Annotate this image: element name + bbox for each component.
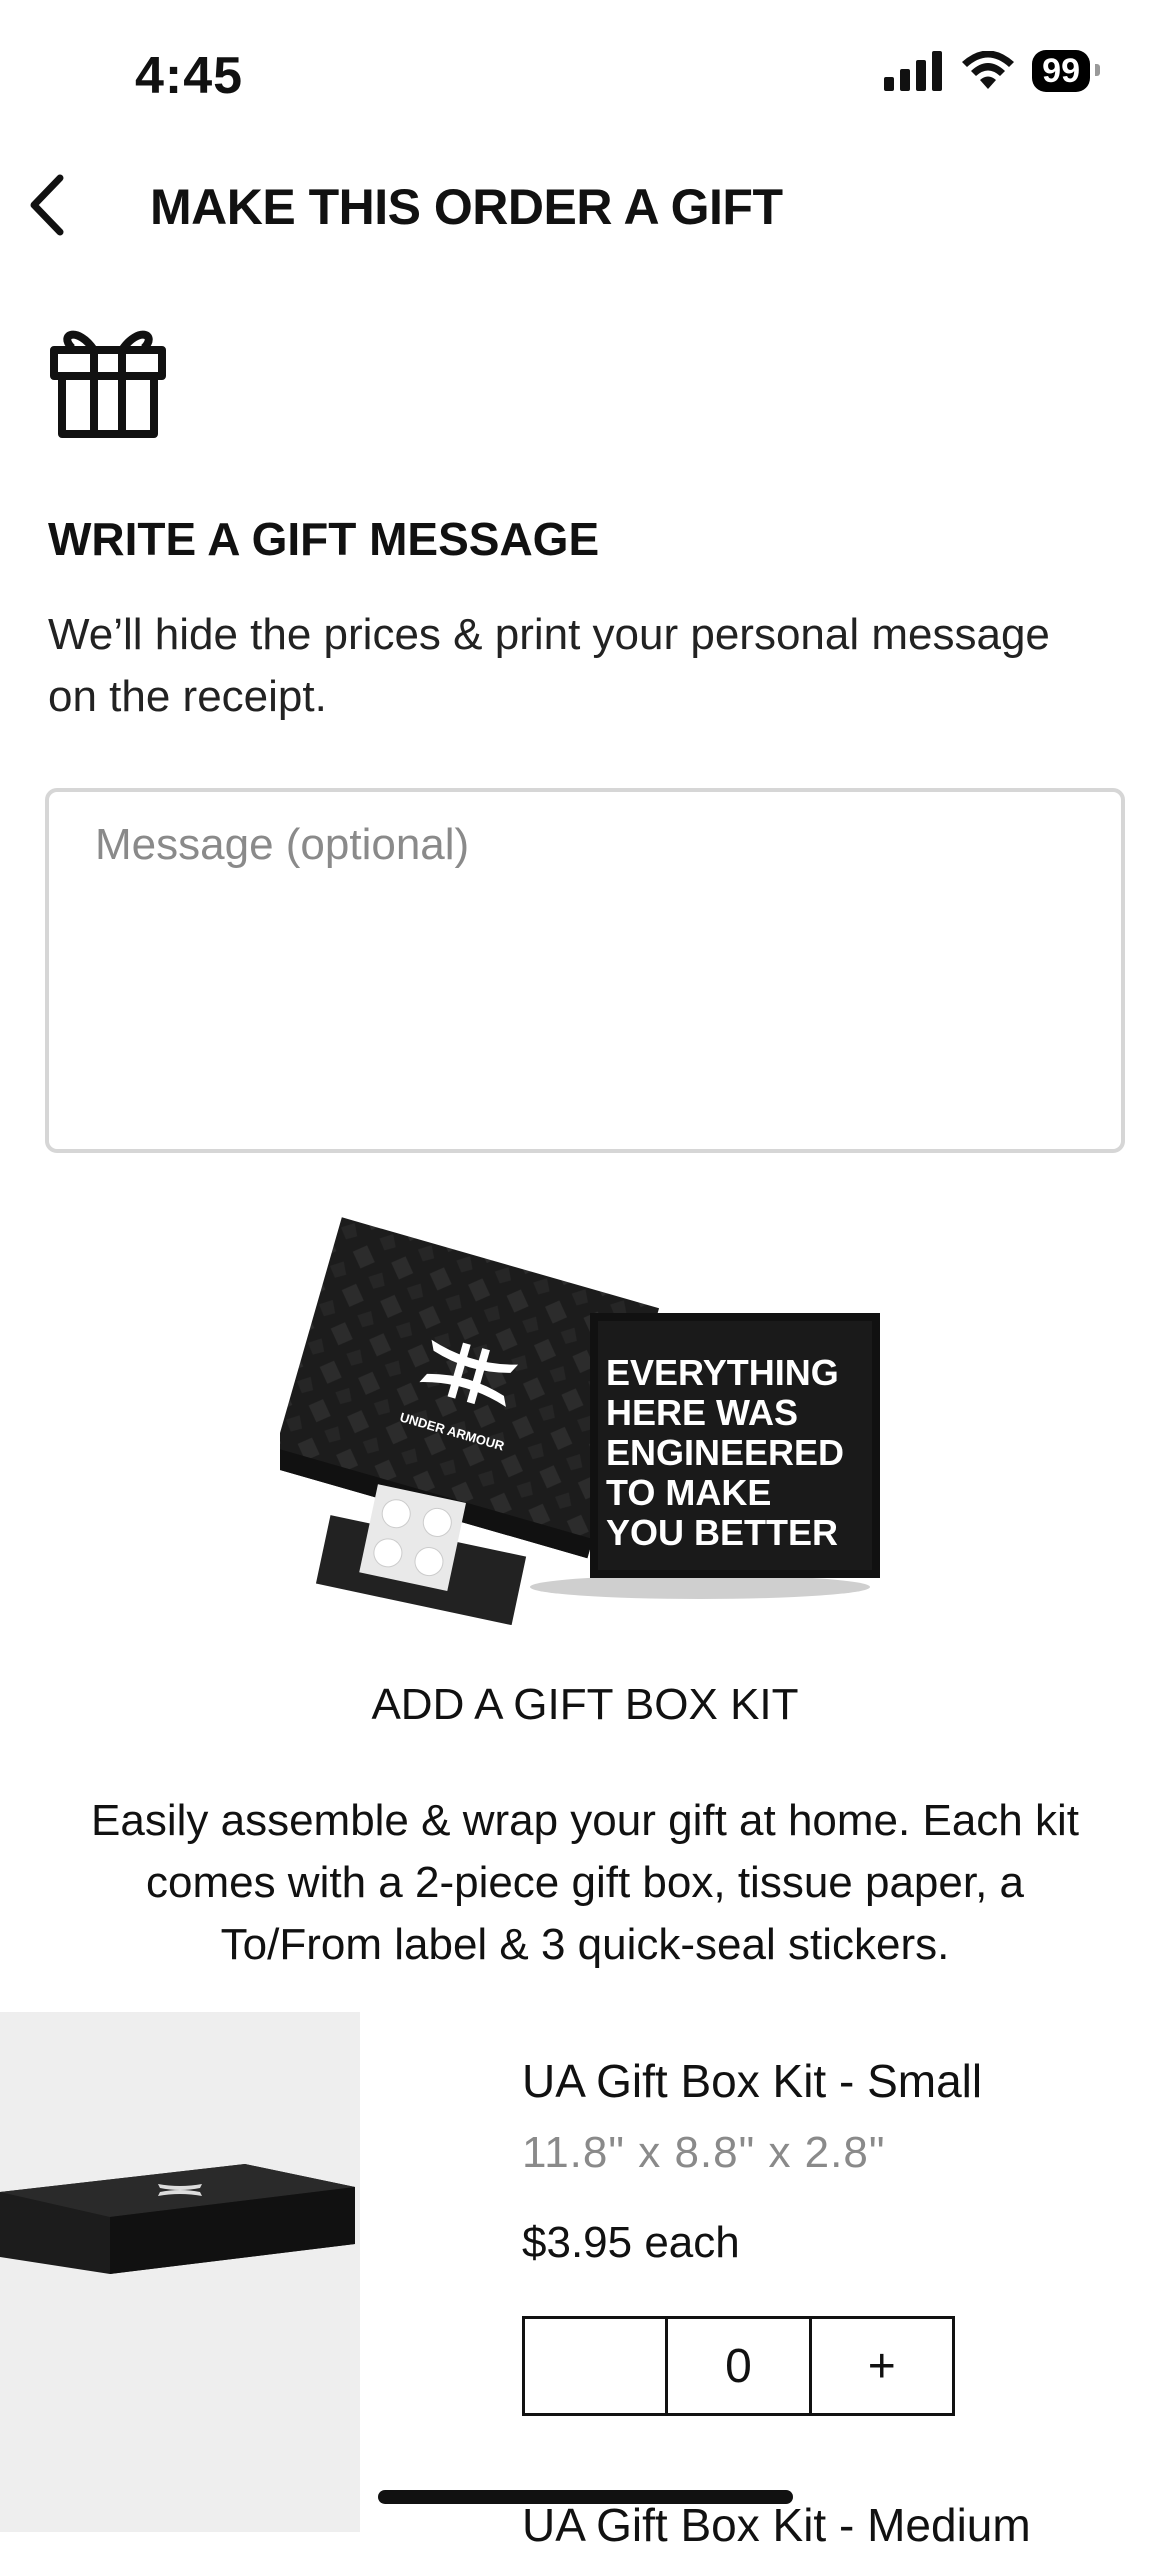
- box-text-line: TO MAKE: [606, 1472, 771, 1513]
- product-name: UA Gift Box Kit - Medium: [522, 2499, 1031, 2551]
- box-text-line: YOU BETTER: [606, 1512, 838, 1553]
- product-name: UA Gift Box Kit - Small: [522, 2055, 983, 2107]
- wifi-icon: [962, 51, 1015, 89]
- page-title: MAKE THIS ORDER A GIFT: [150, 179, 783, 235]
- quantity-value: 0: [668, 2319, 812, 2413]
- product-image: [0, 2012, 360, 2532]
- product-dimensions: 11.8" x 8.8" x 2.8": [522, 2128, 886, 2177]
- gift-message-heading: WRITE A GIFT MESSAGE: [48, 513, 600, 565]
- battery-icon: 99: [1032, 50, 1100, 92]
- box-text-line: HERE WAS: [606, 1392, 798, 1433]
- box-text-line: ENGINEERED: [606, 1432, 844, 1473]
- product-price: $3.95 each: [522, 2218, 740, 2267]
- gift-box-kit-title: ADD A GIFT BOX KIT: [371, 1680, 799, 1729]
- gift-box-kit-description: Easily assemble & wrap your gift at home…: [91, 1796, 1079, 1969]
- quantity-stepper: 0 +: [522, 2316, 955, 2416]
- increment-button[interactable]: +: [812, 2319, 952, 2413]
- decrement-button[interactable]: [525, 2319, 669, 2413]
- home-indicator: [378, 2490, 793, 2504]
- back-button[interactable]: [20, 170, 80, 240]
- gift-icon: [50, 330, 166, 438]
- status-time: 4:45: [135, 47, 244, 105]
- status-icons: 99: [884, 50, 1100, 92]
- gift-message-description: We’ll hide the prices & print your perso…: [48, 610, 1050, 721]
- chevron-left-icon: [30, 174, 64, 236]
- gift-message-input[interactable]: [45, 788, 1125, 1153]
- gift-box-image: UNDER ARMOUR EVERYTHING HERE WAS ENGINEE…: [280, 1217, 880, 1625]
- cellular-signal-icon: [884, 51, 943, 91]
- box-text-line: EVERYTHING: [606, 1352, 839, 1393]
